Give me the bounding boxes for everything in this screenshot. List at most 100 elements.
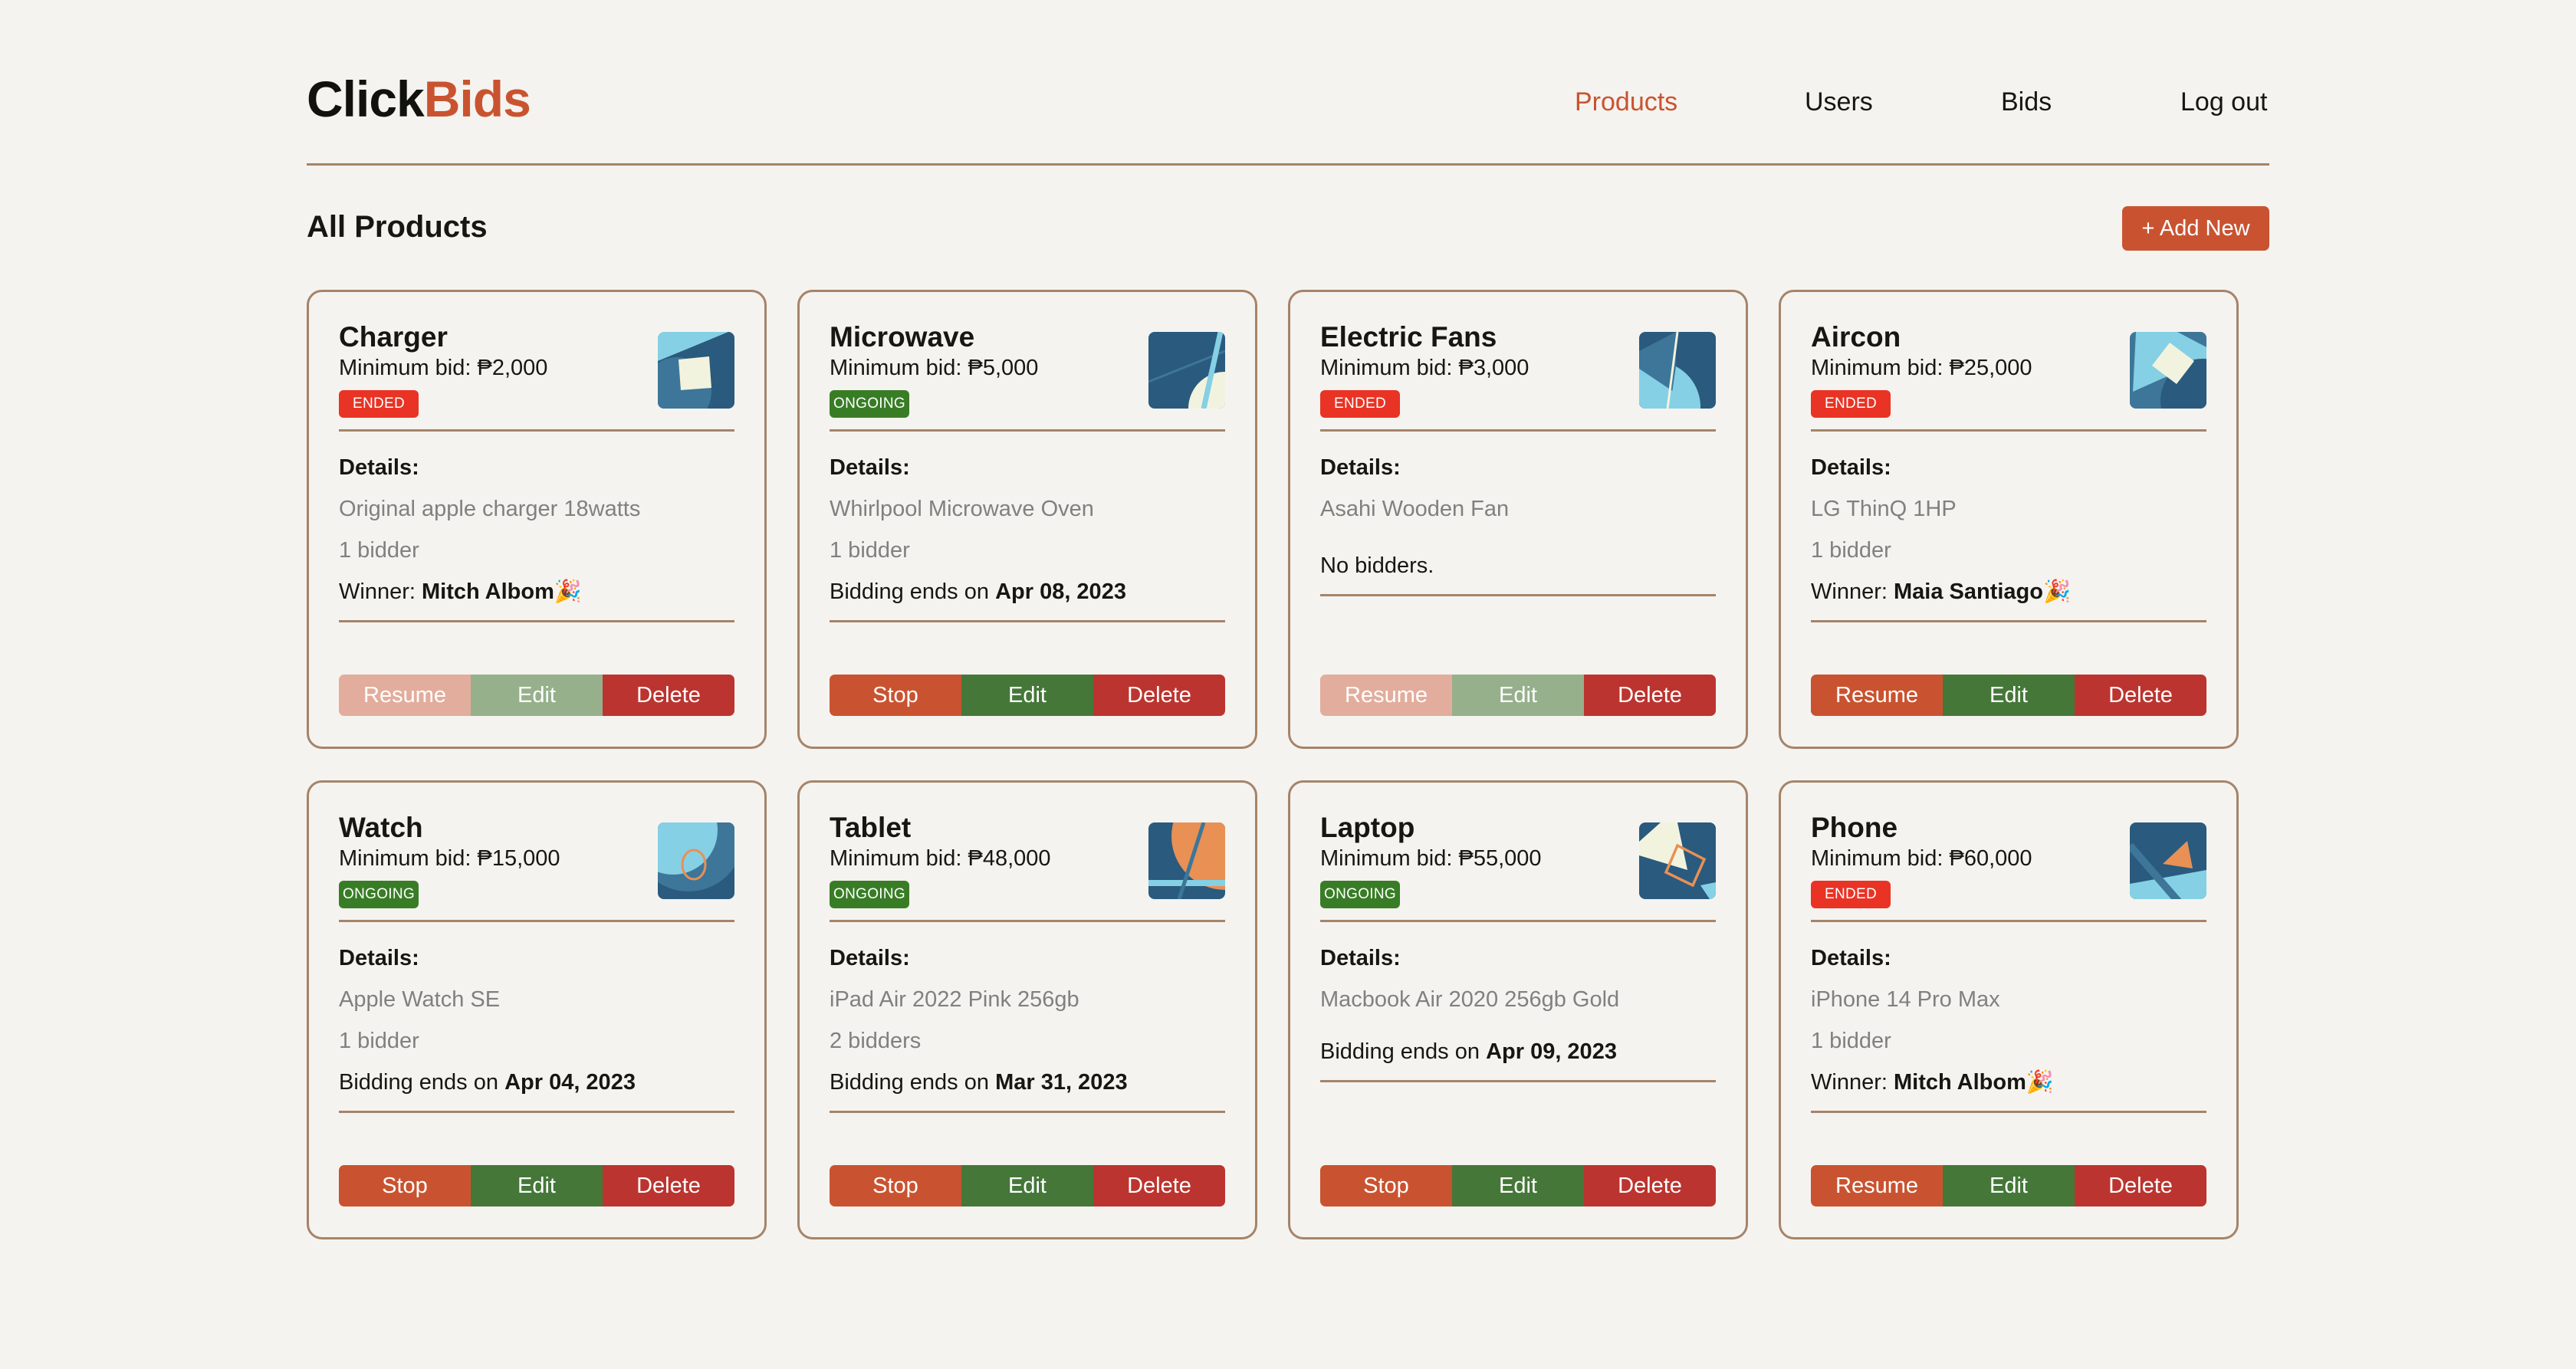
product-thumbnail[interactable]	[1148, 332, 1225, 409]
min-bid-amount: ₱60,000	[1949, 846, 2032, 871]
card-header: Electric Fans Minimum bid: ₱3,000 ENDED	[1320, 292, 1716, 432]
product-thumbnail[interactable]	[658, 332, 734, 409]
min-bid-label: Minimum bid:	[339, 846, 478, 871]
product-name: Laptop	[1320, 812, 1415, 843]
status-badge: ONGOING	[1320, 881, 1400, 908]
bidder-count: 2 bidders	[830, 1029, 922, 1053]
product-description: iPhone 14 Pro Max	[1811, 987, 2000, 1012]
product-thumbnail[interactable]	[2130, 332, 2206, 409]
product-description: Asahi Wooden Fan	[1320, 497, 1510, 521]
winner-name: Mitch Albom	[1893, 1070, 2026, 1095]
product-name: Tablet	[830, 812, 912, 843]
bidder-count: 1 bidder	[339, 1029, 419, 1053]
resume-button[interactable]: Resume	[339, 675, 471, 716]
edit-button[interactable]: Edit	[1943, 675, 2075, 716]
card-actions: Stop Edit Delete	[1320, 1165, 1716, 1206]
edit-button[interactable]: Edit	[1452, 1165, 1584, 1206]
delete-button[interactable]: Delete	[603, 1165, 734, 1206]
stop-button[interactable]: Stop	[830, 1165, 961, 1206]
bidding-ends-line: Bidding ends on Apr 08, 2023	[830, 571, 1225, 612]
status-badge: ONGOING	[830, 390, 909, 418]
details-label: Details:	[1320, 946, 1401, 970]
resume-button[interactable]: Resume	[1811, 675, 1943, 716]
product-thumbnail[interactable]	[658, 822, 734, 899]
min-bid-label: Minimum bid:	[1320, 846, 1459, 871]
resume-button[interactable]: Resume	[1320, 675, 1452, 716]
bidding-ends-line: Bidding ends on Apr 09, 2023	[1320, 1031, 1716, 1072]
end-date: Mar 31, 2023	[995, 1070, 1128, 1095]
min-bid-label: Minimum bid:	[339, 356, 478, 380]
clickbids-logo[interactable]: ClickBids	[307, 74, 531, 124]
top-header: ClickBids Products Users Bids Log out	[307, 71, 2269, 166]
product-image-icon	[1639, 332, 1716, 409]
nav-users[interactable]: Users	[1805, 89, 1873, 115]
product-thumbnail[interactable]	[2130, 822, 2206, 899]
minimum-bid: Minimum bid: ₱48,000	[830, 848, 1051, 870]
edit-button[interactable]: Edit	[471, 675, 603, 716]
bidding-ends-line: Bidding ends on Apr 04, 2023	[339, 1062, 734, 1103]
minimum-bid: Minimum bid: ₱3,000	[1320, 357, 1529, 379]
delete-button[interactable]: Delete	[1584, 1165, 1716, 1206]
party-popper-icon: 🎉	[554, 579, 583, 604]
product-image-icon	[658, 332, 734, 409]
card-header: Charger Minimum bid: ₱2,000 ENDED	[339, 292, 734, 432]
resume-button[interactable]: Resume	[1811, 1165, 1943, 1206]
min-bid-amount: ₱3,000	[1458, 356, 1530, 380]
edit-button[interactable]: Edit	[471, 1165, 603, 1206]
edit-button[interactable]: Edit	[1943, 1165, 2075, 1206]
edit-button[interactable]: Edit	[1452, 675, 1584, 716]
product-card: Laptop Minimum bid: ₱55,000 ONGOING Details…	[1288, 780, 1748, 1239]
min-bid-label: Minimum bid:	[830, 846, 968, 871]
product-grid: Charger Minimum bid: ₱2,000 ENDED Details: O…	[307, 290, 2239, 1239]
stop-button[interactable]: Stop	[1320, 1165, 1452, 1206]
party-popper-icon: 🎉	[2042, 579, 2072, 604]
product-thumbnail[interactable]	[1148, 822, 1225, 899]
minimum-bid: Minimum bid: ₱15,000	[339, 848, 560, 870]
bidder-count: No bidders.	[1320, 553, 1434, 578]
delete-button[interactable]: Delete	[2075, 675, 2206, 716]
card-details: Details: LG ThinQ 1HP 1 bidder Winner: Maia…	[1811, 432, 2206, 622]
product-card: Watch Minimum bid: ₱15,000 ONGOING Details:…	[307, 780, 767, 1239]
card-header: Phone Minimum bid: ₱60,000 ENDED	[1811, 783, 2206, 922]
product-card: Aircon Minimum bid: ₱25,000 ENDED Details: L…	[1779, 290, 2239, 749]
min-bid-amount: ₱48,000	[968, 846, 1051, 871]
nav-products[interactable]: Products	[1575, 89, 1690, 115]
product-image-icon	[1639, 822, 1716, 899]
min-bid-amount: ₱2,000	[477, 356, 548, 380]
nav-logout[interactable]: Log out	[2180, 89, 2272, 115]
add-new-button[interactable]: + Add New	[2122, 206, 2269, 251]
end-date: Apr 08, 2023	[995, 579, 1126, 604]
min-bid-label: Minimum bid:	[1320, 356, 1459, 380]
product-description: LG ThinQ 1HP	[1811, 497, 1957, 521]
details-label: Details:	[830, 946, 910, 970]
delete-button[interactable]: Delete	[1584, 675, 1716, 716]
card-actions: Stop Edit Delete	[830, 675, 1225, 716]
winner-label: Winner:	[1811, 1070, 1894, 1095]
status-badge: ENDED	[1811, 881, 1891, 908]
status-badge: ONGOING	[830, 881, 909, 908]
product-name: Phone	[1811, 812, 1898, 843]
delete-button[interactable]: Delete	[1093, 675, 1225, 716]
edit-button[interactable]: Edit	[961, 1165, 1093, 1206]
edit-button[interactable]: Edit	[961, 675, 1093, 716]
stop-button[interactable]: Stop	[339, 1165, 471, 1206]
nav-bids[interactable]: Bids	[2001, 89, 2052, 115]
card-details: Details: iPad Air 2022 Pink 256gb 2 bidder…	[830, 922, 1225, 1113]
bidder-count: 1 bidder	[830, 538, 910, 563]
delete-button[interactable]: Delete	[603, 675, 734, 716]
details-label: Details:	[830, 455, 910, 480]
delete-button[interactable]: Delete	[1093, 1165, 1225, 1206]
product-thumbnail[interactable]	[1639, 822, 1716, 899]
product-thumbnail[interactable]	[1639, 332, 1716, 409]
minimum-bid: Minimum bid: ₱60,000	[1811, 848, 2032, 870]
product-description: Apple Watch SE	[339, 987, 501, 1012]
end-date: Apr 04, 2023	[504, 1070, 636, 1095]
product-card: Tablet Minimum bid: ₱48,000 ONGOING Details…	[797, 780, 1257, 1239]
minimum-bid: Minimum bid: ₱25,000	[1811, 357, 2032, 379]
stop-button[interactable]: Stop	[830, 675, 961, 716]
card-header: Aircon Minimum bid: ₱25,000 ENDED	[1811, 292, 2206, 432]
delete-button[interactable]: Delete	[2075, 1165, 2206, 1206]
product-name: Aircon	[1811, 321, 1901, 353]
min-bid-label: Minimum bid:	[1811, 846, 1950, 871]
product-description: iPad Air 2022 Pink 256gb	[830, 987, 1079, 1012]
